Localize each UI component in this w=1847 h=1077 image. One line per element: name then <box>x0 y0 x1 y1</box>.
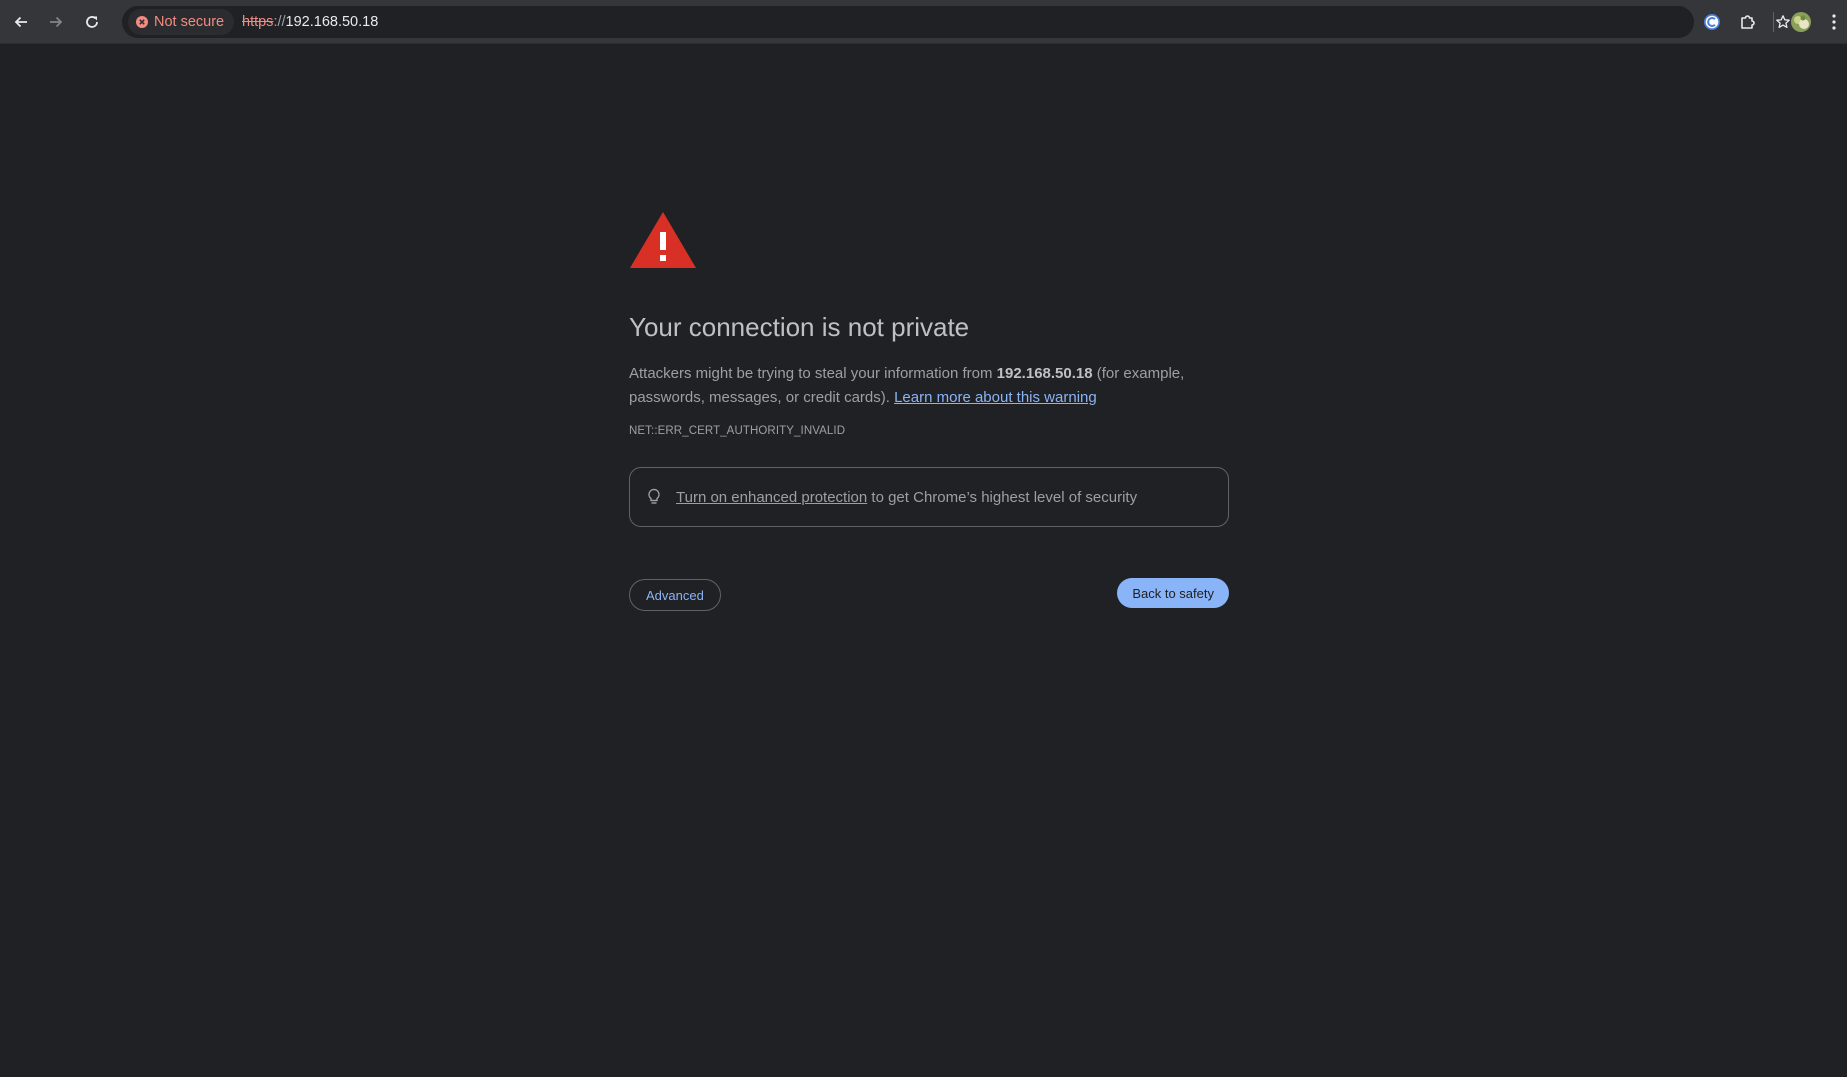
chrome-extension-c-icon <box>1704 14 1720 30</box>
profile-button[interactable] <box>1786 7 1816 37</box>
back-button[interactable] <box>6 7 36 37</box>
reload-icon <box>86 16 98 28</box>
url-separator: :// <box>273 14 286 30</box>
arrow-left-icon <box>14 16 27 28</box>
puzzle-piece-icon <box>1741 15 1755 29</box>
page-title: Your connection is not private <box>629 312 970 342</box>
url-scheme: https <box>242 14 274 30</box>
browser-toolbar: Not secure https://192.168.50.18 <box>0 0 1847 44</box>
description-host: 192.168.50.18 <box>996 365 1093 382</box>
security-chip-label: Not secure <box>154 14 225 30</box>
interstitial-content: Your connection is not private Attackers… <box>629 210 1229 611</box>
error-code: NET::ERR_CERT_AUTHORITY_INVALID <box>629 425 846 437</box>
extension-button[interactable] <box>1697 7 1727 37</box>
error-circle-icon <box>136 16 148 28</box>
security-chip[interactable]: Not secure <box>128 9 235 35</box>
description-prefix: Attackers might be trying to steal your … <box>629 365 997 382</box>
lightbulb-icon <box>648 488 660 504</box>
warning-description: Attackers might be trying to steal your … <box>629 362 1219 410</box>
menu-button[interactable] <box>1822 7 1846 37</box>
url-host: 192.168.50.18 <box>285 14 379 30</box>
enhanced-protection-link[interactable]: Turn on enhanced protection <box>676 489 867 506</box>
warning-triangle-icon <box>630 212 696 268</box>
enhanced-protection-box: Turn on enhanced protection to get Chrom… <box>629 467 1229 527</box>
toolbar-divider <box>1773 12 1774 32</box>
url-text[interactable]: https://192.168.50.18 <box>242 13 378 31</box>
action-buttons: Advanced Back to safety <box>629 578 1229 611</box>
back-to-safety-button[interactable]: Back to safety <box>1117 578 1229 608</box>
reload-button[interactable] <box>77 7 107 37</box>
extensions-menu-button[interactable] <box>1733 7 1763 37</box>
arrow-right-icon <box>50 16 63 28</box>
learn-more-link[interactable]: Learn more about this warning <box>894 389 1097 406</box>
enhanced-protection-text: Turn on enhanced protection to get Chrom… <box>676 489 1137 506</box>
advanced-button[interactable]: Advanced <box>629 579 721 611</box>
enhanced-protection-rest: to get Chrome’s highest level of securit… <box>867 488 1138 506</box>
kebab-menu-icon <box>1832 14 1836 30</box>
address-bar[interactable]: Not secure https://192.168.50.18 <box>122 6 1790 38</box>
forward-button[interactable] <box>41 7 71 37</box>
avatar-icon <box>1791 12 1811 32</box>
